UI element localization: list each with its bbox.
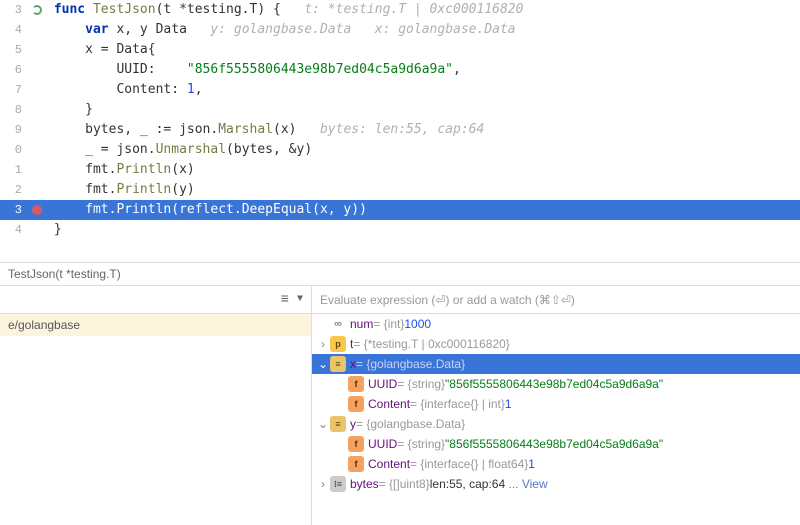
code-content[interactable]: fmt.Println(reflect.DeepEqual(x, y)) bbox=[46, 200, 800, 220]
variables-tree[interactable]: ∞ num = {int} 1000 ›p t = {*testing.T | … bbox=[312, 314, 800, 525]
variables-panel: Evaluate expression (⏎) or add a watch (… bbox=[312, 286, 800, 525]
var-row-content[interactable]: f Content = {interface{} | float64} 1 bbox=[312, 454, 800, 474]
field-icon: f bbox=[348, 436, 364, 452]
breadcrumb[interactable]: TestJson(t *testing.T) bbox=[0, 262, 800, 286]
array-icon: ⁝≡ bbox=[330, 476, 346, 492]
expand-icon[interactable]: › bbox=[316, 337, 330, 351]
line-number: 2 bbox=[0, 180, 28, 200]
gutter-run-icon[interactable] bbox=[28, 0, 46, 20]
field-icon: f bbox=[348, 396, 364, 412]
line-number: 1 bbox=[0, 160, 28, 180]
breakpoint-icon[interactable] bbox=[28, 200, 46, 220]
evaluate-expression-input[interactable]: Evaluate expression (⏎) or add a watch (… bbox=[312, 286, 800, 314]
frame-item[interactable]: e/golangbase bbox=[0, 314, 311, 336]
frames-panel: ≡ ▼ e/golangbase bbox=[0, 286, 312, 525]
var-row-t[interactable]: ›p t = {*testing.T | 0xc000116820} bbox=[312, 334, 800, 354]
code-content[interactable]: x = Data{ bbox=[46, 40, 800, 60]
line-number: 0 bbox=[0, 140, 28, 160]
param-icon: p bbox=[330, 336, 346, 352]
frames-menu-icon[interactable]: ≡ bbox=[281, 292, 289, 308]
var-row-x[interactable]: ⌄≡ x = {golangbase.Data} bbox=[312, 354, 800, 374]
struct-icon: ≡ bbox=[330, 416, 346, 432]
var-row-num[interactable]: ∞ num = {int} 1000 bbox=[312, 314, 800, 334]
code-content[interactable]: fmt.Println(y) bbox=[46, 180, 800, 200]
var-row-content[interactable]: f Content = {interface{} | int} 1 bbox=[312, 394, 800, 414]
code-content[interactable]: } bbox=[46, 100, 800, 120]
debugger-panel: ≡ ▼ e/golangbase Evaluate expression (⏎)… bbox=[0, 286, 800, 525]
code-content[interactable]: fmt.Println(x) bbox=[46, 160, 800, 180]
code-content[interactable]: _ = json.Unmarshal(bytes, &y) bbox=[46, 140, 800, 160]
code-content[interactable]: Content: 1, bbox=[46, 80, 800, 100]
line-number: 3 bbox=[0, 200, 28, 220]
line-number: 3 bbox=[0, 0, 28, 20]
code-content[interactable]: UUID: "856f5555806443e98b7ed04c5a9d6a9a"… bbox=[46, 60, 800, 80]
code-content[interactable]: var x, y Data y: golangbase.Data x: gola… bbox=[46, 20, 800, 40]
line-number: 5 bbox=[0, 40, 28, 60]
infinity-icon: ∞ bbox=[330, 316, 346, 332]
frames-dropdown-icon[interactable]: ▼ bbox=[297, 294, 303, 305]
expand-icon[interactable]: › bbox=[316, 477, 330, 491]
line-number: 6 bbox=[0, 60, 28, 80]
line-number: 9 bbox=[0, 120, 28, 140]
line-number: 7 bbox=[0, 80, 28, 100]
code-content[interactable]: } bbox=[46, 220, 800, 240]
struct-icon: ≡ bbox=[330, 356, 346, 372]
field-icon: f bbox=[348, 376, 364, 392]
line-number: 4 bbox=[0, 20, 28, 40]
view-link[interactable]: ... View bbox=[508, 477, 547, 491]
var-row-uuid[interactable]: f UUID = {string} "856f5555806443e98b7ed… bbox=[312, 434, 800, 454]
line-number: 8 bbox=[0, 100, 28, 120]
collapse-icon[interactable]: ⌄ bbox=[316, 357, 330, 371]
var-row-bytes[interactable]: ›⁝≡ bytes = {[]uint8} len:55, cap:64 ...… bbox=[312, 474, 800, 494]
code-content[interactable]: func TestJson(t *testing.T) { t: *testin… bbox=[46, 0, 800, 20]
var-row-y[interactable]: ⌄≡ y = {golangbase.Data} bbox=[312, 414, 800, 434]
line-number: 4 bbox=[0, 220, 28, 240]
collapse-icon[interactable]: ⌄ bbox=[316, 417, 330, 431]
code-content[interactable]: bytes, _ := json.Marshal(x) bytes: len:5… bbox=[46, 120, 800, 140]
field-icon: f bbox=[348, 456, 364, 472]
var-row-uuid[interactable]: f UUID = {string} "856f5555806443e98b7ed… bbox=[312, 374, 800, 394]
code-editor[interactable]: 3 func TestJson(t *testing.T) { t: *test… bbox=[0, 0, 800, 262]
